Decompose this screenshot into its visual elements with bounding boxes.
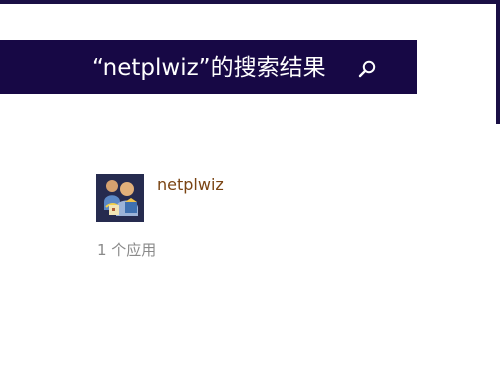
user-accounts-icon [96, 174, 144, 222]
search-results-pane: “netplwiz”的搜索结果 netplwiz 1 个应用 [0, 4, 496, 378]
result-item-netplwiz[interactable]: netplwiz [96, 172, 296, 222]
search-icon[interactable] [357, 59, 377, 79]
result-name: netplwiz [157, 175, 224, 194]
result-count: 1 个应用 [97, 241, 157, 259]
scrollbar-area [496, 124, 500, 378]
search-results-title: “netplwiz”的搜索结果 [92, 55, 326, 81]
